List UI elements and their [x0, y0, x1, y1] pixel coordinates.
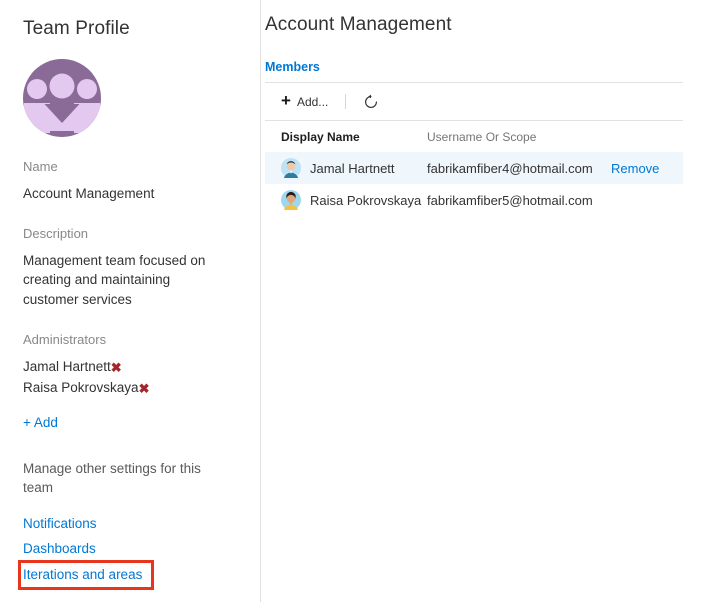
account-management-panel: Account Management Members + Add... Disp…	[244, 0, 701, 602]
add-member-label: Add...	[296, 94, 329, 109]
tab-members[interactable]: Members	[265, 60, 320, 74]
administrator-item: Raisa Pokrovskaya✖	[23, 378, 224, 399]
description-label: Description	[23, 225, 89, 241]
administrator-name: Jamal Hartnett	[23, 358, 111, 374]
name-label: Name	[23, 158, 58, 174]
page-title: Team Profile	[23, 18, 130, 39]
remove-member-link[interactable]: Remove	[611, 161, 659, 176]
member-display-name: Raisa Pokrovskaya	[310, 192, 422, 208]
administrator-item: Jamal Hartnett✖	[23, 357, 224, 378]
member-name-cell: Raisa Pokrovskaya	[265, 184, 427, 216]
column-header-display-name: Display Name	[281, 130, 360, 144]
toolbar-separator	[345, 94, 347, 109]
name-value: Account Management	[23, 186, 155, 202]
column-header-username-or-scope: Username Or Scope	[427, 130, 537, 144]
refresh-icon	[365, 94, 378, 108]
members-table: Display Name Username Or Scope Jamal Har…	[265, 121, 683, 216]
add-administrator-link[interactable]: + Add	[23, 413, 58, 433]
member-username: fabrikamfiber4@hotmail.com	[427, 152, 611, 184]
settings-links-list: Notifications Dashboards Iterations and …	[23, 514, 224, 585]
close-x-icon[interactable]: ✖	[139, 381, 150, 396]
member-action-cell: Remove	[611, 152, 683, 184]
user-avatar-male-icon	[281, 158, 301, 178]
member-action-cell	[611, 184, 683, 216]
team-avatar	[23, 58, 224, 137]
member-display-name: Jamal Hartnett	[310, 160, 395, 176]
refresh-button[interactable]	[361, 92, 381, 112]
administrators-label: Administrators	[23, 331, 107, 347]
team-group-avatar-icon	[23, 58, 101, 137]
sidebar-item-dashboards[interactable]: Dashboards	[23, 539, 224, 559]
members-toolbar: + Add...	[265, 83, 683, 120]
table-row[interactable]: Raisa Pokrovskaya fabrikamfiber5@hotmail…	[265, 184, 683, 216]
description-value: Management team focused on creating and …	[23, 252, 206, 307]
sidebar-item-notifications[interactable]: Notifications	[23, 514, 224, 534]
administrators-list: Jamal Hartnett✖ Raisa Pokrovskaya✖	[23, 357, 224, 399]
add-member-button[interactable]: + Add...	[281, 91, 329, 110]
column-header-actions	[611, 121, 683, 152]
table-header-row: Display Name Username Or Scope	[265, 121, 683, 152]
team-profile-sidebar: Team Profile Name Account Management Des…	[0, 0, 261, 602]
user-avatar-female-icon	[281, 190, 301, 210]
panel-divider	[260, 0, 261, 602]
tabs-row: Members + Add... Display Name Username O…	[265, 58, 701, 216]
close-x-icon[interactable]: ✖	[111, 360, 122, 375]
team-settings-page: Team Profile Name Account Management Des…	[0, 0, 701, 602]
plus-icon: +	[281, 91, 291, 110]
table-row[interactable]: Jamal Hartnett fabrikamfiber4@hotmail.co…	[265, 152, 683, 184]
manage-other-settings-text: Manage other settings for this team	[23, 460, 201, 496]
member-username: fabrikamfiber5@hotmail.com	[427, 192, 593, 208]
sidebar-item-iterations-and-areas[interactable]: Iterations and areas	[23, 565, 224, 585]
main-title: Account Management	[265, 14, 452, 35]
administrator-name: Raisa Pokrovskaya	[23, 379, 139, 395]
member-name-cell: Jamal Hartnett	[265, 152, 427, 184]
